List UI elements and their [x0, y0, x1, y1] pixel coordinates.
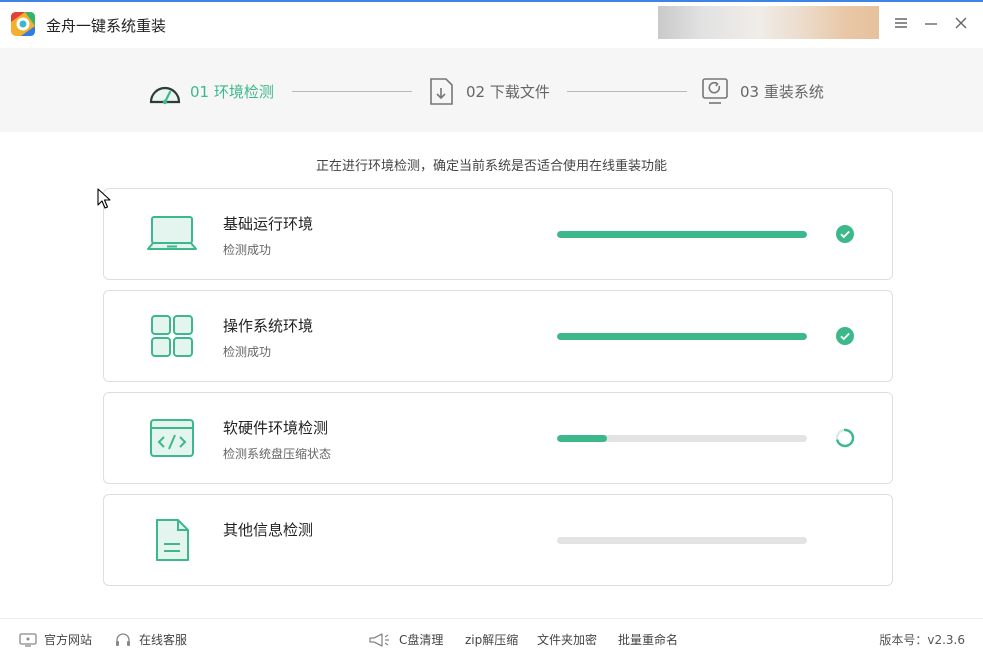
mouse-cursor-icon: [97, 188, 111, 210]
step-environment-check: 01 环境检测: [148, 76, 274, 106]
step-label: 03 重装系统: [740, 82, 824, 101]
footer-tool-label: 批量重命名: [618, 633, 679, 647]
title-bar: 金舟一键系统重装: [0, 0, 983, 48]
code-window-icon: [146, 415, 198, 461]
step-connector: [567, 91, 687, 92]
step-download-files: 02 下载文件: [424, 76, 550, 106]
document-icon: [146, 517, 198, 563]
banner-image[interactable]: [658, 6, 879, 39]
check-title: 基础运行环境: [223, 215, 314, 233]
batch-rename-tool[interactable]: 批量重命名: [618, 631, 678, 648]
website-icon: [19, 632, 37, 648]
step-reinstall-system: 03 重装系统: [698, 76, 824, 106]
progress-fill: [557, 333, 807, 340]
footer-tool-label: zip解压缩: [465, 633, 519, 647]
progress-track: [557, 435, 807, 442]
app-title: 金舟一键系统重装: [46, 17, 167, 35]
check-card-other-info: 其他信息检测: [103, 494, 893, 586]
headset-icon: [114, 632, 132, 648]
close-icon[interactable]: [952, 14, 970, 32]
monitor-refresh-icon: [698, 76, 732, 106]
online-support-link[interactable]: 在线客服: [114, 631, 187, 648]
app-logo: [11, 12, 35, 36]
laptop-icon: [146, 211, 198, 257]
check-title: 其他信息检测: [223, 521, 314, 539]
window-top-border: [0, 0, 983, 2]
footer-tool-label: 文件夹加密: [537, 633, 598, 647]
windows-grid-icon: [146, 313, 198, 359]
step-header: 01 环境检测 02 下载文件 03 重装系统: [0, 48, 983, 132]
footer-link-label: 在线客服: [139, 633, 188, 647]
speedometer-icon: [148, 76, 182, 106]
version-label: 版本号：v2.3.6: [879, 633, 965, 647]
progress-track: [557, 231, 807, 238]
minimize-icon[interactable]: [922, 14, 940, 32]
detection-subtitle: 正在进行环境检测，确定当前系统是否适合使用在线重装功能: [315, 159, 667, 174]
progress-fill: [557, 231, 807, 238]
megaphone-icon: [368, 632, 392, 648]
folder-encrypt-tool[interactable]: 文件夹加密: [537, 631, 597, 648]
footer-tool-label: C盘清理: [399, 633, 444, 647]
step-connector: [292, 91, 412, 92]
check-card-os-environment: 操作系统环境 检测成功: [103, 290, 893, 382]
menu-icon[interactable]: [892, 14, 910, 32]
check-card-basic-runtime: 基础运行环境 检测成功: [103, 188, 893, 280]
footer-link-label: 官方网站: [44, 633, 93, 647]
progress-track: [557, 333, 807, 340]
check-success-icon: [835, 326, 855, 346]
check-title: 软硬件环境检测: [223, 419, 329, 437]
check-status: 检测系统盘压缩状态: [223, 447, 332, 461]
check-success-icon: [835, 224, 855, 244]
loading-spinner-icon: [835, 428, 855, 448]
progress-track: [557, 537, 807, 544]
progress-fill: [557, 435, 607, 442]
check-card-hardware-software: 软硬件环境检测 检测系统盘压缩状态: [103, 392, 893, 484]
step-label: 02 下载文件: [466, 82, 550, 101]
footer-bar: 官方网站 在线客服 C盘清理 zip解压缩 文件夹加密 批量重命名 版本号：v2…: [0, 618, 983, 657]
download-file-icon: [424, 76, 458, 106]
check-status: 检测成功: [223, 345, 272, 359]
step-label: 01 环境检测: [190, 82, 274, 101]
check-title: 操作系统环境: [223, 317, 314, 335]
official-website-link[interactable]: 官方网站: [19, 631, 92, 648]
c-drive-cleanup-tool[interactable]: C盘清理: [368, 631, 443, 648]
check-status: 检测成功: [223, 243, 272, 257]
zip-extract-tool[interactable]: zip解压缩: [465, 631, 518, 648]
